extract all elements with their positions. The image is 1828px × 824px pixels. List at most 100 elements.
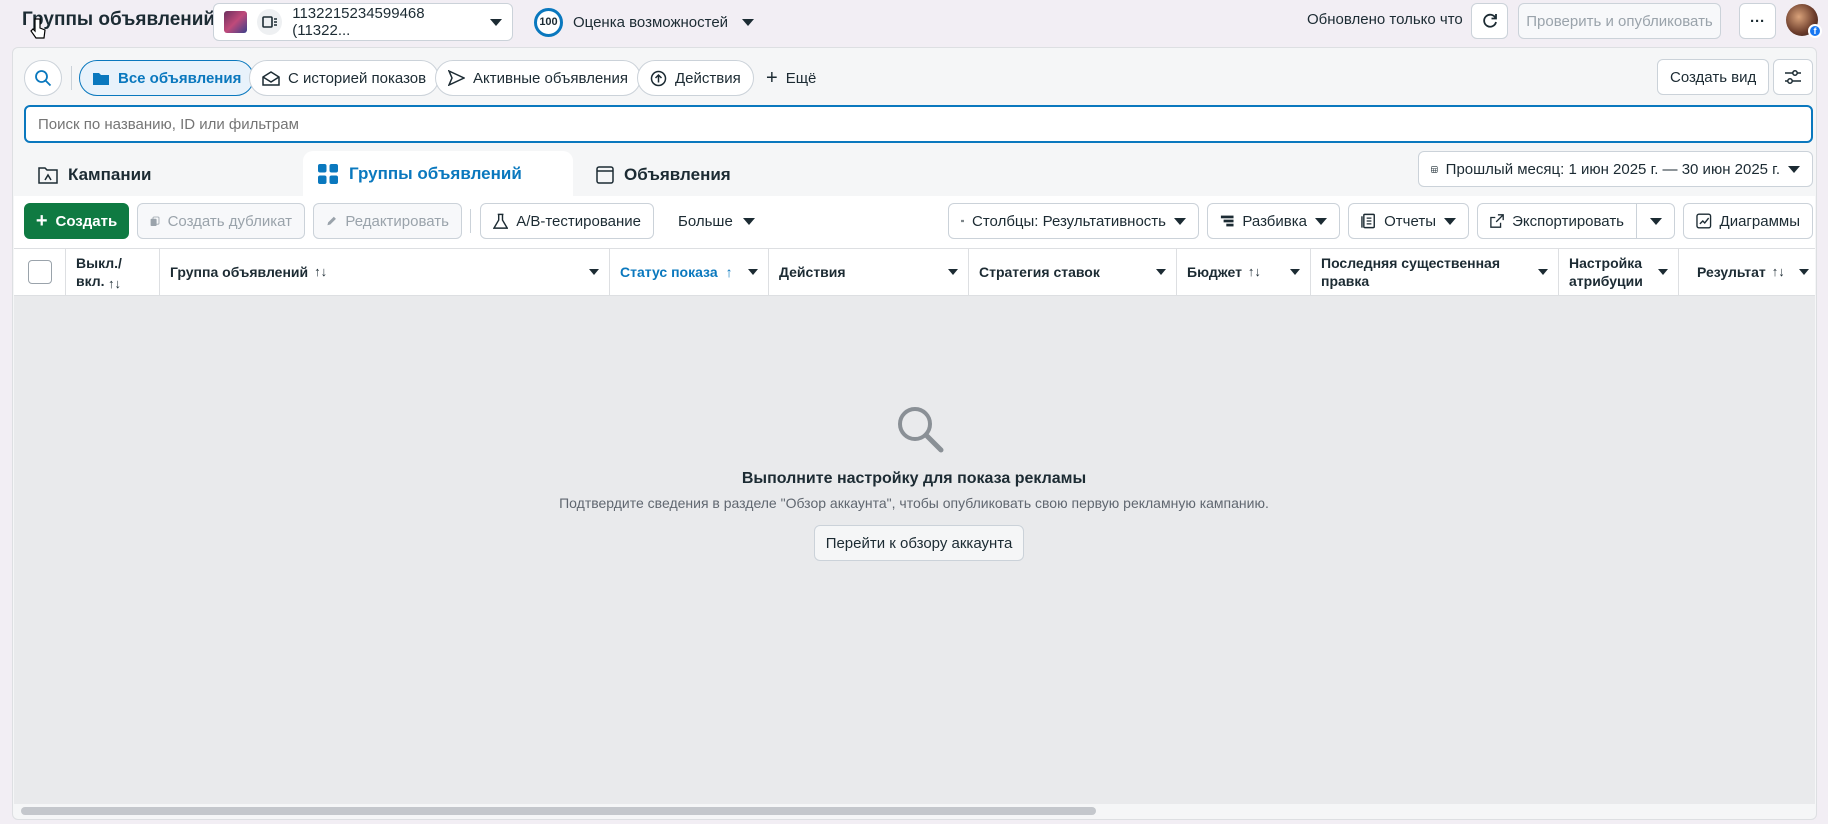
chevron-down-icon: [589, 269, 599, 275]
column-label: Последняя существенная правка: [1321, 255, 1500, 289]
send-icon: [448, 70, 465, 86]
more-icon: ···: [1750, 12, 1765, 30]
profile-avatar[interactable]: f: [1786, 4, 1822, 38]
publish-label: Проверить и опубликовать: [1526, 12, 1713, 30]
facebook-badge-icon: f: [1808, 24, 1822, 38]
date-range-label: Прошлый месяц: 1 июн 2025 г. — 30 июн 20…: [1445, 160, 1780, 178]
sort-icon: ↑: [725, 264, 733, 280]
calendar-icon: [1431, 165, 1438, 173]
plus-icon: +: [766, 67, 778, 89]
more-actions-button[interactable]: Больше: [678, 203, 755, 239]
empty-search-icon: [895, 404, 945, 454]
page-title: Группы объявлений: [22, 9, 216, 30]
chevron-down-icon: [742, 217, 755, 225]
ad-icon: [596, 166, 614, 184]
more-actions-label: Больше: [678, 212, 733, 230]
ad-account-icon: [257, 9, 283, 35]
score-value: 100: [539, 16, 558, 28]
duplicate-button[interactable]: Создать дубликат: [137, 203, 305, 239]
column-attribution[interactable]: Настройка атрибуции: [1559, 248, 1679, 296]
column-budget[interactable]: Бюджет ↑↓: [1177, 248, 1311, 296]
filter-label: С историей показов: [288, 69, 427, 87]
column-label: Бюджет: [1187, 264, 1242, 280]
chevron-down-icon: [1315, 217, 1327, 225]
mouse-cursor-icon: [30, 18, 46, 40]
campaign-icon: [38, 167, 58, 184]
column-result[interactable]: Результат ↑↓: [1679, 248, 1815, 296]
create-label: Создать: [55, 212, 118, 230]
reports-icon: [1361, 213, 1375, 229]
folder-icon: [93, 72, 109, 85]
duplicate-label: Создать дубликат: [167, 212, 292, 230]
column-adset-name[interactable]: Группа объявлений ↑↓: [160, 248, 610, 296]
opportunity-score[interactable]: 100 Оценка возможностей: [534, 6, 755, 38]
sort-icon: ↑↓: [1247, 264, 1261, 279]
columns-label: Столбцы: Результативность: [972, 212, 1166, 230]
column-bid-strategy[interactable]: Стратегия ставок: [969, 248, 1177, 296]
export-menu-button[interactable]: [1636, 203, 1675, 239]
column-last-edit[interactable]: Последняя существенная правка: [1311, 248, 1559, 296]
create-button[interactable]: + Создать: [24, 203, 129, 239]
date-range-picker[interactable]: Прошлый месяц: 1 июн 2025 г. — 30 июн 20…: [1418, 151, 1813, 187]
sort-icon: ↑↓: [108, 276, 121, 291]
create-view-button[interactable]: Создать вид: [1657, 59, 1770, 95]
chevron-down-icon: [1649, 217, 1662, 225]
export-icon: [1490, 214, 1504, 228]
tab-adsets[interactable]: Группы объявлений: [303, 151, 573, 196]
tab-label: Кампании: [68, 165, 152, 184]
column-label: Результат: [1697, 264, 1766, 280]
empty-state-title: Выполните настройку для показа рекламы: [741, 470, 1087, 487]
column-label: Настройка атрибуции: [1569, 255, 1643, 289]
publish-button[interactable]: Проверить и опубликовать: [1518, 3, 1721, 39]
go-to-account-overview-button[interactable]: Перейти к обзору аккаунта: [814, 525, 1024, 561]
charts-button[interactable]: Диаграммы: [1683, 203, 1813, 239]
divider: [71, 66, 72, 90]
tab-ads[interactable]: Объявления: [582, 154, 850, 196]
reports-button[interactable]: Отчеты: [1348, 203, 1469, 239]
create-view-label: Создать вид: [1670, 68, 1757, 86]
updated-status: Обновлено только что: [1307, 11, 1463, 28]
edit-button[interactable]: Редактировать: [313, 203, 462, 239]
scrollbar-thumb[interactable]: [21, 807, 1096, 815]
columns-button[interactable]: Столбцы: Результативность: [948, 203, 1199, 239]
filter-all-ads[interactable]: Все объявления: [79, 60, 255, 96]
arrow-up-circle-icon: [650, 70, 667, 86]
export-button[interactable]: Экспортировать: [1477, 203, 1637, 239]
chevron-down-icon: [1156, 269, 1166, 275]
refresh-button[interactable]: [1471, 3, 1508, 39]
score-gauge: 100: [534, 7, 563, 37]
horizontal-scrollbar[interactable]: [16, 806, 1813, 816]
select-all-checkbox[interactable]: [28, 260, 52, 284]
account-avatar: [224, 11, 248, 33]
tab-campaigns[interactable]: Кампании: [24, 154, 294, 196]
columns-icon: [961, 219, 964, 223]
column-toggle[interactable]: Выкл./ вкл. ↑↓: [66, 248, 160, 296]
settings-button[interactable]: [1773, 59, 1813, 95]
breakdown-button[interactable]: Разбивка: [1207, 203, 1340, 239]
filter-more-button[interactable]: + Ещё: [766, 60, 816, 96]
account-selector[interactable]: 1132215234599468 (11322...: [213, 3, 513, 41]
filter-active-ads[interactable]: Активные объявления: [435, 60, 641, 96]
search-input[interactable]: [24, 105, 1813, 143]
chevron-down-icon: [1788, 165, 1800, 173]
chevron-down-icon: [1658, 269, 1668, 275]
empty-state-subtitle: Подтвердите сведения в разделе "Обзор ак…: [559, 495, 1269, 511]
filter-label: Активные объявления: [473, 69, 628, 87]
column-actions[interactable]: Действия: [769, 248, 969, 296]
account-label: 1132215234599468 (11322...: [292, 5, 425, 39]
filter-label: Все объявления: [118, 69, 242, 87]
chart-icon: [1696, 213, 1712, 229]
chevron-down-icon: [1444, 217, 1456, 225]
tab-label: Объявления: [624, 165, 731, 184]
sort-icon: ↑↓: [314, 264, 328, 279]
filter-more-label: Ещё: [785, 69, 817, 87]
column-label: Статус показа: [620, 264, 718, 280]
search-toggle-button[interactable]: [24, 60, 62, 96]
ab-test-button[interactable]: A/B-тестирование: [480, 203, 654, 239]
column-delivery-status[interactable]: Статус показа ↑: [610, 248, 769, 296]
more-options-button[interactable]: ···: [1739, 3, 1776, 39]
sliders-icon: [1785, 70, 1801, 84]
filter-with-history[interactable]: С историей показов: [249, 60, 440, 96]
copy-icon: [150, 216, 160, 226]
filter-actions[interactable]: Действия: [637, 60, 754, 96]
